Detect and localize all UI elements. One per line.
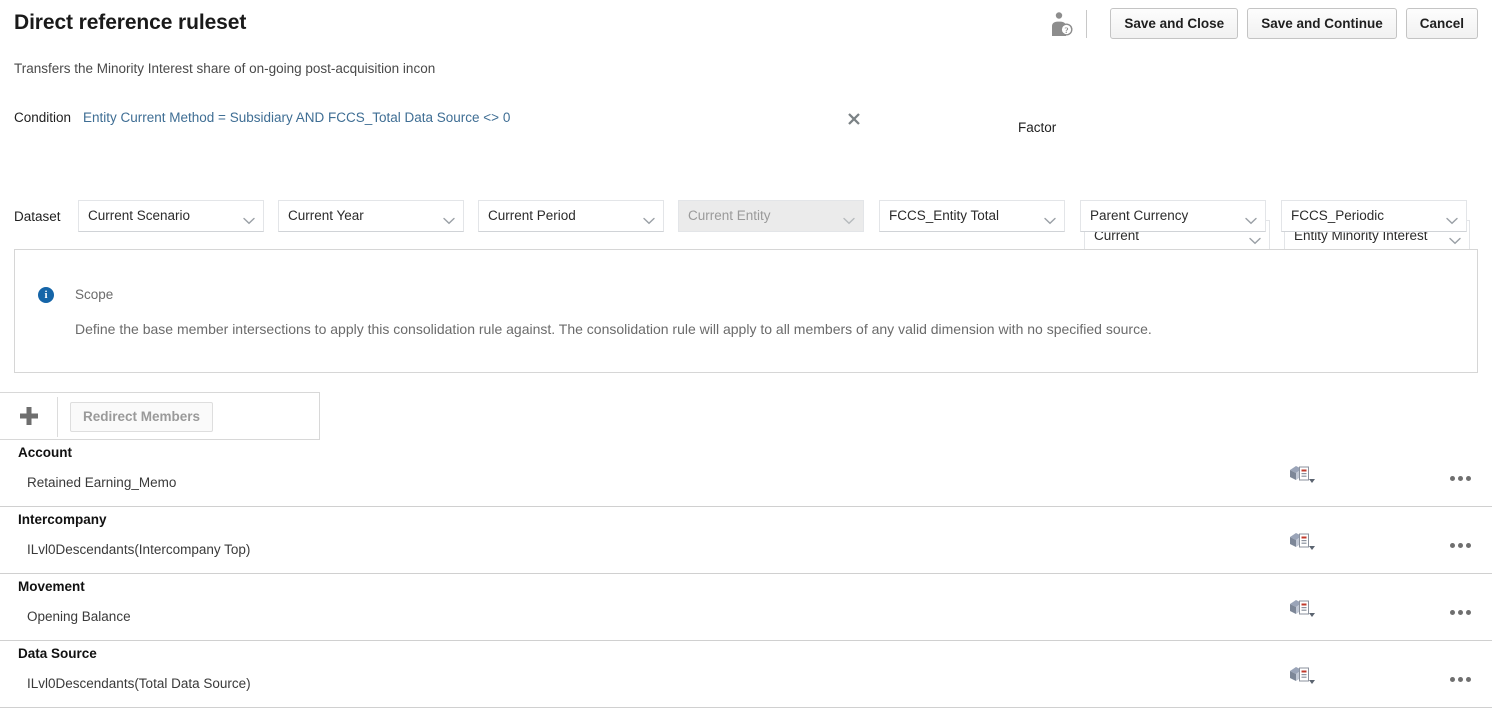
dimension-header: Movement xyxy=(0,574,1492,600)
info-icon: i xyxy=(38,287,54,303)
overflow-menu-icon[interactable] xyxy=(1450,671,1476,683)
member-selector-icon[interactable] xyxy=(1288,530,1318,552)
chevron-down-icon xyxy=(1245,212,1257,220)
dimension-header: Data Source xyxy=(0,641,1492,667)
member-name: Retained Earning_Memo xyxy=(27,475,176,490)
header-divider xyxy=(1086,10,1087,38)
member-selector-icon[interactable] xyxy=(1288,463,1318,485)
dataset-entity-dropdown: Current Entity xyxy=(678,200,864,232)
table-row: Movement Opening Balance xyxy=(0,574,1492,641)
dataset-row: Dataset Current Scenario Current Year Cu… xyxy=(0,200,1492,234)
factor-label: Factor xyxy=(1018,120,1056,135)
dataset-year-dropdown[interactable]: Current Year xyxy=(278,200,464,232)
condition-value-link[interactable]: Entity Current Method = Subsidiary AND F… xyxy=(83,110,510,125)
close-icon[interactable] xyxy=(845,110,863,128)
member-name: ILvl0Descendants(Intercompany Top) xyxy=(27,542,250,557)
chevron-down-icon xyxy=(1446,212,1458,220)
ruleset-description: Transfers the Minority Interest share of… xyxy=(14,61,435,76)
user-help-icon[interactable]: ? xyxy=(1048,10,1074,38)
dataset-period-dropdown[interactable]: Current Period xyxy=(478,200,664,232)
chevron-down-icon xyxy=(843,212,855,220)
member-selector-icon[interactable] xyxy=(1288,664,1318,686)
member-row[interactable]: ILvl0Descendants(Intercompany Top) xyxy=(0,533,1492,573)
dataset-entity-value: Current Entity xyxy=(688,208,837,223)
member-row[interactable]: ILvl0Descendants(Total Data Source) xyxy=(0,667,1492,707)
chevron-down-icon xyxy=(1044,212,1056,220)
toolbar-divider xyxy=(57,397,58,437)
scope-title: Scope xyxy=(75,287,113,302)
dataset-consolidation-dropdown[interactable]: FCCS_Entity Total xyxy=(879,200,1065,232)
dataset-year-value: Current Year xyxy=(288,208,437,223)
scope-description: Define the base member intersections to … xyxy=(75,321,1457,337)
table-row: Intercompany ILvl0Descendants(Intercompa… xyxy=(0,507,1492,574)
dimension-header: Account xyxy=(0,440,1492,466)
scope-panel: i Scope Define the base member intersect… xyxy=(14,249,1478,373)
members-table: Account Retained Earning_Memo xyxy=(0,440,1492,708)
dataset-label: Dataset xyxy=(14,209,61,224)
header-actions: ? Save and Close Save and Continue Cance… xyxy=(1048,8,1478,39)
table-row: Account Retained Earning_Memo xyxy=(0,440,1492,507)
plus-icon[interactable] xyxy=(18,404,40,428)
chevron-down-icon xyxy=(443,212,455,220)
chevron-down-icon xyxy=(243,212,255,220)
overflow-menu-icon[interactable] xyxy=(1450,537,1476,549)
dataset-currency-value: Parent Currency xyxy=(1090,208,1239,223)
dataset-consolidation-value: FCCS_Entity Total xyxy=(889,208,1038,223)
page-title: Direct reference ruleset xyxy=(14,11,246,35)
overflow-menu-icon[interactable] xyxy=(1450,604,1476,616)
member-name: ILvl0Descendants(Total Data Source) xyxy=(27,676,251,691)
members-toolbar: Redirect Members xyxy=(0,392,320,440)
dataset-scenario-value: Current Scenario xyxy=(88,208,237,223)
save-and-close-button[interactable]: Save and Close xyxy=(1110,8,1238,39)
member-selector-icon[interactable] xyxy=(1288,597,1318,619)
overflow-menu-icon[interactable] xyxy=(1450,470,1476,482)
dataset-view-dropdown[interactable]: FCCS_Periodic xyxy=(1281,200,1467,232)
member-name: Opening Balance xyxy=(27,609,131,624)
table-row: Data Source ILvl0Descendants(Total Data … xyxy=(0,641,1492,708)
save-and-continue-button[interactable]: Save and Continue xyxy=(1247,8,1397,39)
redirect-members-button[interactable]: Redirect Members xyxy=(70,402,213,432)
dataset-view-value: FCCS_Periodic xyxy=(1291,208,1440,223)
page-header: Direct reference ruleset ? Save and Clos… xyxy=(0,0,1492,48)
condition-label: Condition xyxy=(14,110,71,125)
member-row[interactable]: Opening Balance xyxy=(0,600,1492,640)
dimension-header: Intercompany xyxy=(0,507,1492,533)
svg-text:?: ? xyxy=(1065,25,1069,35)
dataset-period-value: Current Period xyxy=(488,208,637,223)
dataset-currency-dropdown[interactable]: Parent Currency xyxy=(1080,200,1266,232)
chevron-down-icon xyxy=(643,212,655,220)
dataset-scenario-dropdown[interactable]: Current Scenario xyxy=(78,200,264,232)
condition-row: Condition Entity Current Method = Subsid… xyxy=(0,108,1492,168)
cancel-button[interactable]: Cancel xyxy=(1406,8,1478,39)
member-row[interactable]: Retained Earning_Memo xyxy=(0,466,1492,506)
